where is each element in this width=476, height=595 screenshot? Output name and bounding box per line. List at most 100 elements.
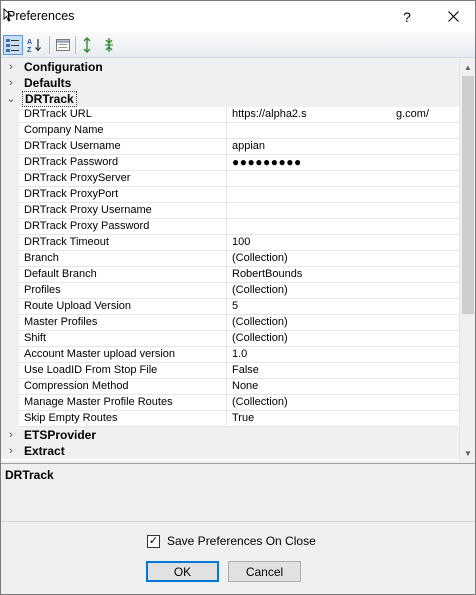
property-row[interactable]: DRTrack ProxyPort [1,187,459,203]
property-row[interactable]: Default Branch RobertBounds [1,267,459,283]
row-gutter [1,267,19,283]
category-label: Configuration [24,60,103,74]
property-name: Use LoadID From Stop File [24,363,227,378]
title-bar: Preferences ? [1,1,475,32]
category-label: Extract [24,444,65,458]
property-value[interactable]: True [232,411,457,426]
property-row[interactable]: Company Name [1,123,459,139]
expand-all-button[interactable] [77,35,97,55]
property-value[interactable]: None [232,379,457,394]
property-value[interactable]: RobertBounds [232,267,457,282]
property-row[interactable]: Profiles (Collection) [1,283,459,299]
property-value-text: (Collection) [232,396,288,408]
vertical-scrollbar[interactable]: ▲ ▼ [459,59,475,461]
row-gutter [1,331,19,347]
property-value[interactable] [232,123,457,138]
property-row[interactable]: Branch (Collection) [1,251,459,267]
property-row[interactable]: DRTrack Proxy Username [1,203,459,219]
chevron-right-icon[interactable]: › [5,428,17,442]
property-value[interactable]: https://alpha2.s g.com/ [232,107,457,122]
collapse-all-icon [105,38,113,52]
scroll-down-icon[interactable]: ▼ [460,445,475,461]
property-name: Account Master upload version [24,347,227,362]
property-row[interactable]: DRTrack Username appian [1,139,459,155]
categorized-button[interactable] [3,35,23,55]
chevron-right-icon[interactable]: › [5,444,17,458]
property-row[interactable]: DRTrack ProxyServer [1,171,459,187]
property-row[interactable]: Manage Master Profile Routes (Collection) [1,395,459,411]
close-button[interactable] [430,1,476,32]
property-row[interactable]: Shift (Collection) [1,331,459,347]
row-gutter [1,299,19,315]
row-gutter [1,411,19,427]
row-gutter [1,171,19,187]
row-gutter [1,203,19,219]
property-value[interactable] [232,187,457,202]
property-row[interactable]: Account Master upload version 1.0 [1,347,459,363]
row-gutter [1,155,19,171]
property-value[interactable]: 100 [232,235,457,250]
chevron-right-icon[interactable]: › [5,60,17,74]
property-row[interactable]: Route Upload Version 5 [1,299,459,315]
property-value[interactable]: False [232,363,457,378]
ok-button[interactable]: OK [146,561,219,582]
category-drtrack[interactable]: ⌄ DRTrack [1,91,459,107]
property-value[interactable]: 1.0 [232,347,457,362]
scroll-up-icon[interactable]: ▲ [460,59,475,75]
property-name: DRTrack Proxy Password [24,219,227,234]
property-row[interactable]: Compression Method None [1,379,459,395]
property-value[interactable]: (Collection) [232,315,457,330]
footer-divider [1,521,475,522]
property-value[interactable]: (Collection) [232,395,457,410]
property-value[interactable] [232,203,457,218]
property-value[interactable]: ●●●●●●●●● [232,155,457,170]
property-value[interactable]: appian [232,139,457,154]
row-gutter [1,235,19,251]
property-name: Default Branch [24,267,227,282]
property-value[interactable]: (Collection) [232,283,457,298]
property-name: Company Name [24,123,227,138]
property-value[interactable] [232,219,457,234]
row-gutter [1,107,19,123]
chevron-down-icon[interactable]: ⌄ [5,92,17,106]
property-row[interactable]: Skip Empty Routes True [1,411,459,427]
property-name: Route Upload Version [24,299,227,314]
property-value-text: (Collection) [232,332,288,344]
property-grid-rows: › Configuration › Defaults ⌄ DRTrack DRT… [1,59,459,459]
save-on-close-option[interactable]: ✓ Save Preferences On Close [147,533,316,549]
save-on-close-label[interactable]: Save Preferences On Close [167,534,316,548]
collapse-all-button[interactable] [99,35,119,55]
category-extract[interactable]: › Extract [1,443,459,459]
row-gutter [1,219,19,235]
property-row[interactable]: DRTrack Proxy Password [1,219,459,235]
scrollbar-thumb[interactable] [462,76,474,314]
row-gutter [1,251,19,267]
cancel-button[interactable]: Cancel [228,561,301,582]
close-icon [447,11,459,22]
property-row[interactable]: DRTrack URL https://alpha2.s g.com/ [1,107,459,123]
row-gutter [1,395,19,411]
property-row[interactable]: Master Profiles (Collection) [1,315,459,331]
property-grid: › Configuration › Defaults ⌄ DRTrack DRT… [1,59,475,461]
property-value[interactable]: (Collection) [232,251,457,266]
property-name: Manage Master Profile Routes [24,395,227,410]
row-gutter [1,123,19,139]
property-name: Branch [24,251,227,266]
property-value[interactable] [232,171,457,186]
property-row[interactable]: Use LoadID From Stop File False [1,363,459,379]
property-row[interactable]: DRTrack Password ●●●●●●●●● [1,155,459,171]
sort-alphabetical-button[interactable]: A Z [25,35,45,55]
category-configuration[interactable]: › Configuration [1,59,459,75]
property-name: DRTrack URL [24,107,227,122]
chevron-right-icon[interactable]: › [5,76,17,90]
property-pages-button[interactable] [53,35,73,55]
save-on-close-checkbox[interactable]: ✓ [147,534,160,548]
category-defaults[interactable]: › Defaults [1,75,459,91]
category-etsprovider[interactable]: › ETSProvider [1,427,459,443]
property-row[interactable]: DRTrack Timeout 100 [1,235,459,251]
property-value[interactable]: (Collection) [232,331,457,346]
help-button[interactable]: ? [384,1,430,32]
row-gutter [1,315,19,331]
property-grid-toolbar: A Z [1,32,475,58]
property-value[interactable]: 5 [232,299,457,314]
